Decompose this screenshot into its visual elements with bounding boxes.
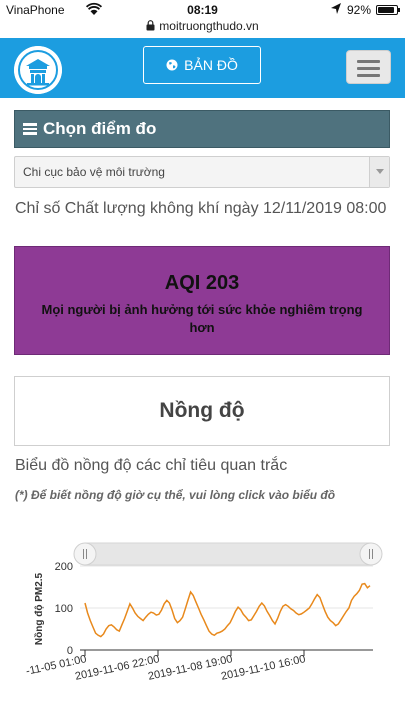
lock-icon (146, 20, 155, 31)
chart-section-title: Biểu đồ nồng độ các chỉ tiêu quan trắc (15, 457, 288, 474)
x-tick-label: 2019-11-10 16:00 (220, 653, 307, 683)
station-picker-header[interactable]: Chọn điểm đo (14, 110, 390, 148)
y-axis-label: Nồng độ PM2.5 (33, 572, 45, 645)
url-text: moitruongthudo.vn (159, 19, 259, 33)
station-picker-title: Chọn điểm đo (43, 119, 157, 138)
aqi-value: AQI 203 (164, 272, 240, 294)
site-header: BẢN ĐỒ (0, 38, 405, 98)
chevron-down-icon[interactable] (369, 157, 389, 187)
chart-gridlines (80, 565, 373, 609)
hamburger-icon-bar (357, 67, 380, 70)
navigator-left-handle[interactable] (73, 542, 97, 566)
list-icon (23, 123, 37, 135)
navigator-right-handle[interactable] (359, 542, 383, 566)
y-tick-label: 100 (55, 603, 73, 615)
chart-range-navigator[interactable] (84, 542, 372, 566)
battery-icon (376, 5, 400, 15)
series-line-pm25[interactable] (84, 582, 371, 638)
address-bar[interactable]: moitruongthudo.vn (0, 19, 405, 38)
aqi-panel: AQI 203 Mọi người bị ảnh hưởng tới sức k… (14, 246, 390, 355)
clock: 08:19 (187, 3, 218, 17)
y-tick-label: 0 (67, 645, 73, 657)
hamburger-icon-bar (357, 74, 380, 77)
hanoi-emblem-logo[interactable] (14, 46, 62, 94)
hamburger-icon (357, 60, 380, 63)
location-arrow-icon (331, 3, 341, 14)
pm25-line-chart[interactable]: -11-05 01:002019-11-06 22:002019-11-08 1… (0, 538, 405, 720)
aqi-heading: Chỉ số Chất lượng không khí ngày 12/11/2… (15, 200, 387, 217)
battery-percent: 92% (347, 3, 372, 17)
station-select[interactable]: Chi cục bảo vệ môi trường (14, 156, 390, 188)
menu-toggle-button[interactable] (346, 50, 391, 84)
concentration-panel: Nồng độ (14, 376, 390, 446)
y-axis: 0 100 200 (55, 561, 73, 657)
status-bar: VinaPhone 08:19 92% (0, 0, 405, 20)
map-button[interactable]: BẢN ĐỒ (143, 46, 261, 84)
aqi-description: Mọi người bị ảnh hưởng tới sức khỏe nghi… (41, 302, 363, 335)
chart-note: (*) Để biết nồng độ giờ cụ thể, vui lòng… (15, 488, 336, 502)
globe-icon (166, 59, 178, 71)
concentration-title: Nồng độ (159, 399, 245, 422)
map-button-label: BẢN ĐỒ (184, 57, 238, 73)
y-tick-label: 200 (55, 561, 73, 573)
station-select-value: Chi cục bảo vệ môi trường (23, 165, 165, 179)
